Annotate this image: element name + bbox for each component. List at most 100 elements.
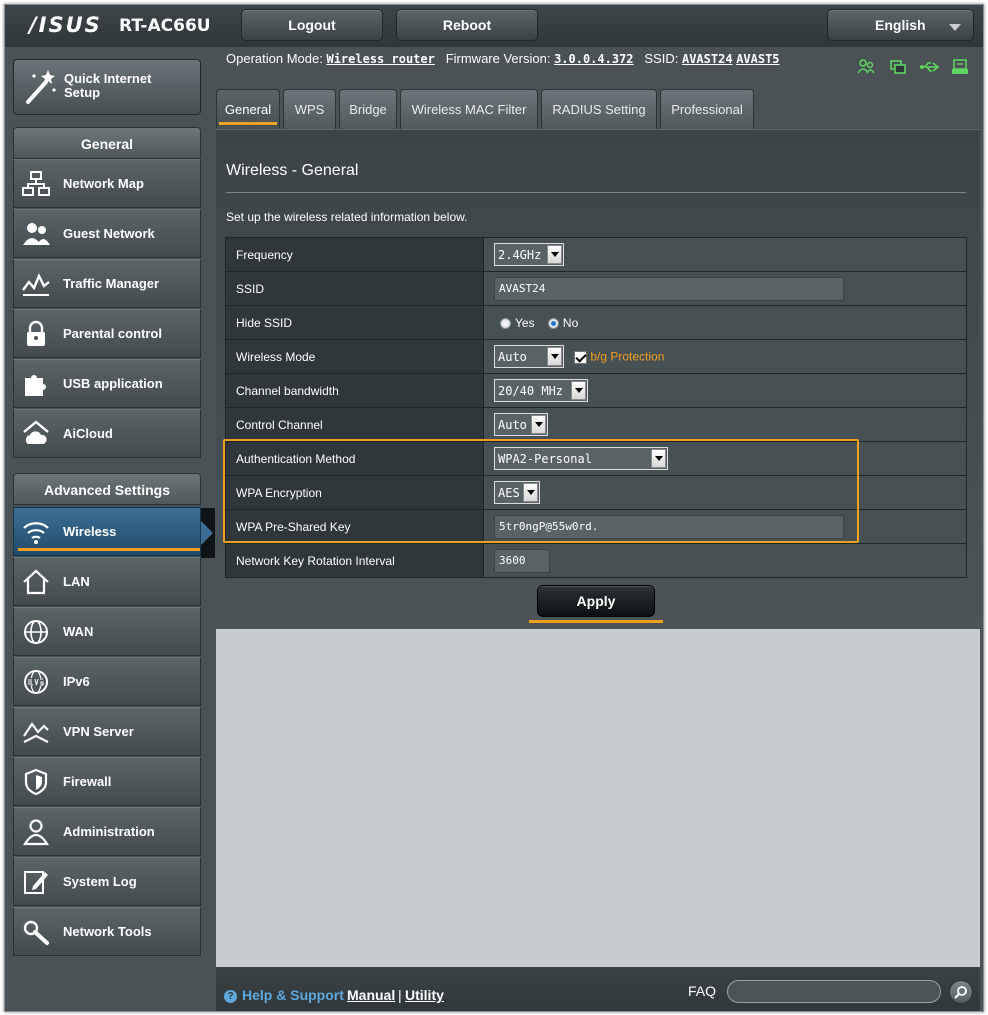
wireless-mode-select[interactable]: Auto [494,345,564,368]
faq-search-button[interactable] [949,980,973,1004]
firmware-link[interactable]: 3.0.0.4.372 [554,52,633,66]
language-label: English [875,17,926,33]
edit-log-icon [24,871,48,894]
authentication-method-value: WPA2-Personal [498,451,592,466]
sidebar-item-label: AiCloud [63,426,113,441]
tab-label: General [224,102,272,117]
advanced-settings-header: Advanced Settings [13,473,201,505]
printer-icon[interactable] [951,59,969,75]
sidebar-item-label: LAN [63,574,90,589]
chevron-down-icon [523,483,538,502]
sidebar-item-wan[interactable]: WAN [13,607,201,656]
footer: ? Help & Support Manual | Utility FAQ [216,967,980,1011]
sidebar-item-label: Parental control [63,326,162,341]
wpa-encryption-value: AES [498,485,520,500]
wireless-mode-cell: Auto b/g Protection [483,339,967,374]
sidebar-item-label: Administration [63,824,155,839]
sidebar-item-network-map[interactable]: Network Map [13,159,201,208]
bg-protection-checkbox[interactable] [574,350,588,364]
general-section-header: General [13,127,201,159]
frequency-select[interactable]: 2.4GHz [494,243,564,266]
page-title: Wireless - General [226,162,359,179]
tab-bridge[interactable]: Bridge [339,89,397,129]
tab-wireless-mac-filter[interactable]: Wireless MAC Filter [400,89,538,129]
frequency-label: Frequency [225,237,484,272]
language-select[interactable]: English [827,9,974,41]
settings-table: Frequency 2.4GHz SSID AVAST24 Hide SSID … [225,237,967,578]
search-icon [954,986,967,999]
quick-setup-line1: Quick Internet [64,71,152,86]
ssid-input[interactable]: AVAST24 [494,276,844,301]
key-rotation-input[interactable]: 3600 [494,548,550,573]
channel-bandwidth-select[interactable]: 20/40 MHz [494,379,588,402]
hide-ssid-no-radio[interactable] [547,317,559,329]
ssid-link-2[interactable]: AVAST5 [736,52,779,66]
sidebar-item-usb-application[interactable]: USB application [13,359,201,408]
sidebar-item-guest-network[interactable]: Guest Network [13,209,201,258]
tab-professional[interactable]: Professional [660,89,754,129]
tab-wps[interactable]: WPS [283,89,336,129]
sidebar-item-lan[interactable]: LAN [13,557,201,606]
network-icon[interactable] [889,59,907,75]
row-authentication-method: Authentication Method WPA2-Personal [225,441,967,476]
tab-radius-setting[interactable]: RADIUS Setting [541,89,657,129]
usb-icon[interactable] [919,59,941,75]
sidebar-item-aicloud[interactable]: AiCloud [13,409,201,458]
row-wireless-mode: Wireless Mode Auto b/g Protection [225,339,967,374]
logout-button[interactable]: Logout [241,9,383,41]
control-channel-select[interactable]: Auto [494,413,548,436]
channel-bandwidth-label: Channel bandwidth [225,373,484,408]
clients-icon[interactable] [857,59,875,75]
sidebar-item-label: IPv6 [63,674,90,689]
faq-search-input[interactable] [727,980,941,1003]
globe-icon [24,620,48,644]
sidebar-item-administration[interactable]: Administration [13,807,201,856]
tab-label: Professional [671,102,743,117]
wireless-mode-value: Auto [498,349,527,364]
sidebar-item-wireless[interactable]: Wireless [13,507,201,556]
row-wpa-encryption: WPA Encryption AES [225,475,967,510]
apply-underline [529,620,663,623]
apply-button[interactable]: Apply [537,585,655,617]
reboot-button[interactable]: Reboot [396,9,538,41]
sidebar-item-ipv6[interactable]: IPv6 [13,657,201,706]
wpa-encryption-cell: AES [483,475,967,510]
guest-network-icon [23,223,50,245]
authentication-method-select[interactable]: WPA2-Personal [494,447,668,470]
hide-ssid-cell: Yes No [483,305,967,340]
tab-general[interactable]: General [216,89,280,129]
ssid-link-1[interactable]: AVAST24 [682,52,733,66]
sidebar-item-vpn-server[interactable]: VPN Server [13,707,201,756]
authentication-method-label: Authentication Method [225,441,484,476]
status-line: Operation Mode: Wireless router Firmware… [226,51,780,66]
sidebar-item-system-log[interactable]: System Log [13,857,201,906]
key-rotation-cell: 3600 [483,543,967,578]
utility-link[interactable]: Utility [405,987,444,1003]
sidebar-item-label: VPN Server [63,724,134,739]
op-mode-link[interactable]: Wireless router [326,52,434,66]
chevron-down-icon [547,245,562,264]
control-channel-cell: Auto [483,407,967,442]
help-support-label: Help & Support [242,987,344,1003]
model-name: RT-AC66U [119,16,211,36]
authentication-method-cell: WPA2-Personal [483,441,967,476]
page-description: Set up the wireless related information … [226,210,468,224]
no-label: No [562,315,579,330]
sidebar-item-traffic-manager[interactable]: Traffic Manager [13,259,201,308]
firmware-label: Firmware Version: [445,51,551,66]
asus-logo: /ISUS [29,13,102,37]
wpa-encryption-select[interactable]: AES [494,481,540,504]
sidebar-item-parental-control[interactable]: Parental control [13,309,201,358]
sidebar-item-firewall[interactable]: Firewall [13,757,201,806]
tab-label: WPS [294,102,325,117]
hide-ssid-yes-radio[interactable] [500,317,511,329]
manual-link[interactable]: Manual [347,987,395,1003]
wpa-pre-shared-key-input[interactable]: 5tr0ngP@55w0rd. [494,514,844,539]
footer-separator: | [398,987,402,1003]
sidebar-item-network-tools[interactable]: Network Tools [13,907,201,956]
sidebar-item-label: USB application [63,376,163,391]
top-bar: /ISUS RT-AC66U Logout Reboot English [5,5,983,47]
quick-internet-setup-button[interactable]: Quick Internet Setup [13,59,201,115]
control-channel-value: Auto [498,417,527,432]
chevron-down-icon [531,415,546,434]
